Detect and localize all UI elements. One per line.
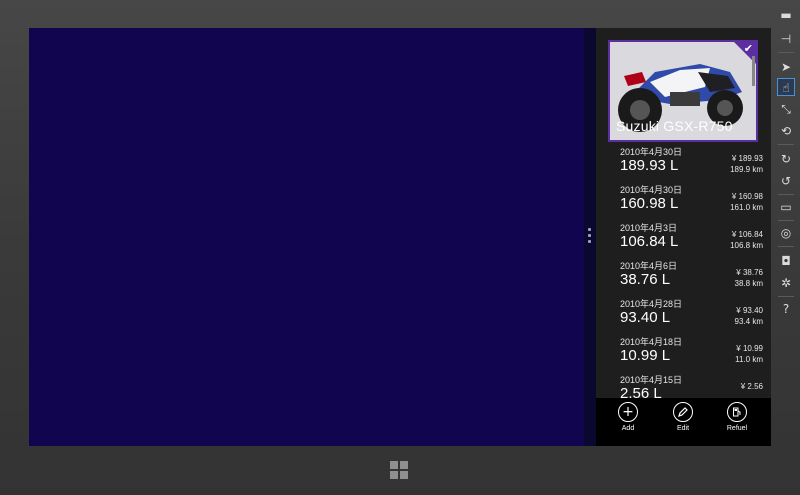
minimize-icon[interactable]: ▬ — [777, 6, 795, 24]
vehicle-name: Suzuki GSX-R750 — [616, 118, 733, 134]
help-icon[interactable]: ? — [777, 300, 795, 318]
entry-amount: 189.93 L — [620, 157, 679, 174]
entry-amount: 38.76 L — [620, 271, 671, 288]
main-app-area[interactable] — [29, 28, 584, 446]
entry-price: ¥ 10.99 — [736, 344, 763, 353]
entry-price: ¥ 189.93 — [731, 154, 763, 163]
pin-icon[interactable]: ⊣ — [777, 30, 795, 48]
vehicle-tile[interactable]: Suzuki GSX-R750 ✔ — [608, 40, 758, 142]
snap-splitter[interactable] — [584, 28, 596, 446]
list-item[interactable]: 2010年4月30日 160.98 L ¥ 160.98 161.0 km — [596, 183, 771, 221]
entry-price: ¥ 38.76 — [736, 268, 763, 277]
pointer-icon[interactable]: ➤ — [777, 58, 795, 76]
entry-distance: 93.4 km — [734, 317, 763, 326]
checkmark-icon: ✔ — [743, 42, 753, 55]
edit-label: Edit — [676, 425, 690, 432]
touch-icon[interactable]: ☝ — [777, 78, 795, 96]
entry-price: ¥ 106.84 — [731, 230, 763, 239]
rotate-ccw-icon[interactable]: ↺ — [777, 172, 795, 190]
list-item[interactable]: 2010年4月30日 189.93 L ¥ 189.93 189.9 km — [596, 145, 771, 183]
simulator-toolbar: ▬ ⊣ ➤ ☝ ⤡ ⟲ ↻ ↺ ▭ ◎ ◘ ✲ ? — [775, 4, 797, 324]
add-icon: + — [618, 402, 638, 422]
entry-amount: 93.40 L — [620, 309, 671, 326]
scrollbar[interactable] — [752, 56, 755, 86]
splitter-grip-icon[interactable] — [588, 228, 592, 243]
entry-distance: 11.0 km — [735, 355, 763, 364]
simulator-screen: Suzuki GSX-R750 ✔ 2010年4月30日 189.93 L ¥ … — [29, 28, 771, 446]
entry-price: ¥ 2.56 — [740, 382, 763, 391]
refuel-label: Refuel — [726, 425, 748, 432]
pinch-icon[interactable]: ⤡ — [777, 100, 795, 118]
entry-distance: 106.8 km — [730, 241, 763, 250]
entry-amount: 160.98 L — [620, 195, 679, 212]
entry-distance: 189.9 km — [730, 165, 763, 174]
list-item[interactable]: 2010年4月3日 106.84 L ¥ 106.84 106.8 km — [596, 221, 771, 259]
add-button[interactable]: + Add — [608, 402, 648, 432]
camera-icon[interactable]: ◘ — [777, 252, 795, 270]
add-label: Add — [621, 425, 635, 432]
location-icon[interactable]: ◎ — [777, 224, 795, 242]
entry-amount: 106.84 L — [620, 233, 679, 250]
entry-price: ¥ 160.98 — [731, 192, 763, 201]
refuel-button[interactable]: Refuel — [717, 402, 757, 432]
windows-logo-icon[interactable] — [390, 461, 408, 479]
edit-button[interactable]: Edit — [663, 402, 703, 432]
zoom-icon[interactable]: ⟲ — [777, 122, 795, 140]
list-item[interactable]: 2010年4月6日 38.76 L ¥ 38.76 38.8 km — [596, 259, 771, 297]
resolution-icon[interactable]: ▭ — [777, 198, 795, 216]
entry-amount: 10.99 L — [620, 347, 671, 364]
list-item[interactable]: 2010年4月28日 93.40 L ¥ 93.40 93.4 km — [596, 297, 771, 335]
pencil-icon — [673, 402, 693, 422]
list-item[interactable]: 2010年4月18日 10.99 L ¥ 10.99 11.0 km — [596, 335, 771, 373]
entry-price: ¥ 93.40 — [736, 306, 763, 315]
snapped-app-panel: Suzuki GSX-R750 ✔ 2010年4月30日 189.93 L ¥ … — [596, 28, 771, 446]
entry-distance: 38.8 km — [734, 279, 763, 288]
app-bar: + Add Edit Refuel — [596, 398, 771, 446]
entry-distance: 161.0 km — [730, 203, 763, 212]
settings-icon[interactable]: ✲ — [777, 274, 795, 292]
rotate-cw-icon[interactable]: ↻ — [777, 150, 795, 168]
fuel-pump-icon — [727, 402, 747, 422]
refuel-list: 2010年4月30日 189.93 L ¥ 189.93 189.9 km 20… — [596, 145, 771, 411]
